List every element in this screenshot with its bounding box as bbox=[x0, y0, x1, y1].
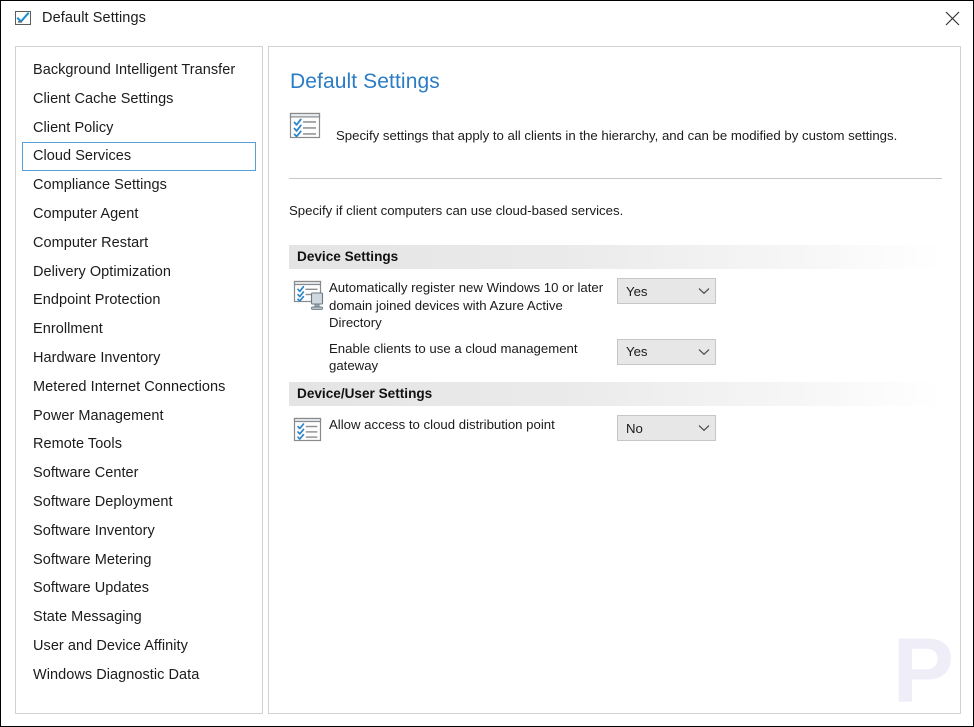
dropdown-auto-register-azure-ad[interactable]: Yes bbox=[617, 278, 716, 304]
sidebar-item-state-messaging[interactable]: State Messaging bbox=[22, 603, 256, 632]
group-body: Automatically register new Windows 10 or… bbox=[289, 269, 942, 375]
setting-icon-slot bbox=[289, 415, 329, 451]
settings-category-panel: Background Intelligent Transfer Client Ca… bbox=[15, 46, 263, 714]
setting-label: Allow access to cloud distribution point bbox=[329, 417, 555, 432]
dropdown-value: No bbox=[626, 420, 643, 436]
window-title: Default Settings bbox=[42, 10, 146, 26]
checkbox-check-icon bbox=[15, 11, 31, 25]
page-summary: Specify settings that apply to all clien… bbox=[288, 110, 943, 144]
sidebar-item-hardware-inventory[interactable]: Hardware Inventory bbox=[22, 344, 256, 373]
sidebar-item-endpoint-protection[interactable]: Endpoint Protection bbox=[22, 286, 256, 315]
setting-control: Yes bbox=[617, 278, 716, 304]
section-intro-text: Specify if client computers can use clou… bbox=[289, 203, 624, 218]
sidebar-item-software-metering[interactable]: Software Metering bbox=[22, 546, 256, 575]
page-summary-text: Specify settings that apply to all clien… bbox=[336, 128, 898, 143]
setting-label: Enable clients to use a cloud management… bbox=[329, 340, 578, 374]
setting-label: Automatically register new Windows 10 or… bbox=[329, 280, 604, 330]
title-bar: Default Settings bbox=[1, 1, 973, 35]
watermark: P bbox=[892, 620, 954, 714]
sidebar-item-software-inventory[interactable]: Software Inventory bbox=[22, 517, 256, 546]
chevron-down-icon bbox=[693, 348, 715, 356]
header-divider bbox=[289, 178, 942, 179]
setting-control: No bbox=[617, 415, 716, 441]
sidebar-item-power-management[interactable]: Power Management bbox=[22, 402, 256, 431]
checklist-document-icon bbox=[289, 112, 321, 139]
sidebar-item-software-center[interactable]: Software Center bbox=[22, 459, 256, 488]
sidebar-item-client-policy[interactable]: Client Policy bbox=[22, 114, 256, 143]
settings-group-device-user: Device/User Settings Allow access to clo… bbox=[289, 382, 942, 451]
checklist-device-icon bbox=[293, 280, 324, 310]
setting-control: Yes bbox=[617, 338, 716, 365]
dropdown-cloud-distribution-point[interactable]: No bbox=[617, 415, 716, 441]
setting-row: Enable clients to use a cloud management… bbox=[289, 338, 942, 375]
group-header: Device Settings bbox=[289, 245, 942, 269]
sidebar-item-software-deployment[interactable]: Software Deployment bbox=[22, 488, 256, 517]
default-settings-dialog: Default Settings Background Intelligent … bbox=[0, 0, 974, 727]
sidebar-item-remote-tools[interactable]: Remote Tools bbox=[22, 430, 256, 459]
checklist-document-icon bbox=[293, 417, 322, 442]
setting-row: Allow access to cloud distribution point… bbox=[289, 415, 942, 451]
sidebar-item-computer-restart[interactable]: Computer Restart bbox=[22, 229, 256, 258]
sidebar-item-software-updates[interactable]: Software Updates bbox=[22, 574, 256, 603]
sidebar-item-enrollment[interactable]: Enrollment bbox=[22, 315, 256, 344]
dropdown-value: Yes bbox=[626, 344, 648, 359]
sidebar-item-client-cache-settings[interactable]: Client Cache Settings bbox=[22, 85, 256, 114]
sidebar-item-user-and-device-affinity[interactable]: User and Device Affinity bbox=[22, 632, 256, 661]
dropdown-cloud-management-gateway[interactable]: Yes bbox=[617, 338, 716, 365]
settings-group-device: Device Settings Automatically register n… bbox=[289, 245, 942, 375]
setting-icon-slot bbox=[289, 339, 329, 340]
sidebar-item-metered-internet-connections[interactable]: Metered Internet Connections bbox=[22, 373, 256, 402]
group-header: Device/User Settings bbox=[289, 382, 942, 406]
sidebar-item-delivery-optimization[interactable]: Delivery Optimization bbox=[22, 258, 256, 287]
settings-detail-panel: Default Settings Specify settings that a… bbox=[268, 46, 961, 714]
setting-icon-slot bbox=[289, 278, 329, 316]
sidebar-item-windows-diagnostic-data[interactable]: Windows Diagnostic Data bbox=[22, 661, 256, 690]
setting-row: Automatically register new Windows 10 or… bbox=[289, 278, 942, 332]
chevron-down-icon bbox=[693, 424, 715, 432]
close-icon bbox=[945, 11, 959, 25]
sidebar-item-cloud-services[interactable]: Cloud Services bbox=[22, 142, 256, 172]
page-title: Default Settings bbox=[290, 70, 440, 93]
sidebar-item-computer-agent[interactable]: Computer Agent bbox=[22, 200, 256, 229]
chevron-down-icon bbox=[693, 287, 715, 295]
close-button[interactable] bbox=[929, 2, 973, 35]
settings-category-list[interactable]: Background Intelligent Transfer Client Ca… bbox=[16, 56, 262, 690]
sidebar-item-compliance-settings[interactable]: Compliance Settings bbox=[22, 171, 256, 200]
dropdown-value: Yes bbox=[626, 283, 648, 299]
group-body: Allow access to cloud distribution point… bbox=[289, 406, 942, 451]
sidebar-item-background-intelligent-transfer[interactable]: Background Intelligent Transfer bbox=[22, 56, 256, 85]
